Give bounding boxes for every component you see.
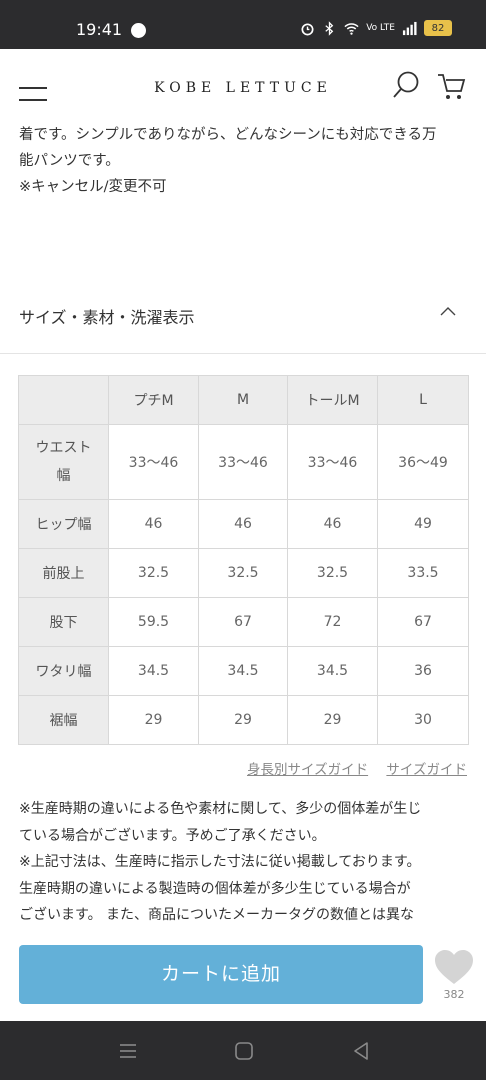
table-row: ワタリ幅 34.5 34.5 34.5 36 [18,646,469,696]
table-cell: 46 [108,499,199,549]
alarm-icon [301,22,314,35]
table-cell: 33〜46 [108,424,199,500]
table-cell: 46 [198,499,288,549]
add-to-cart-button[interactable]: カートに追加 [19,945,423,1004]
column-header: L [377,375,469,425]
table-cell: 34.5 [287,646,378,696]
table-cell: 30 [377,695,469,745]
table-cell: 33〜46 [198,424,288,500]
table-row: ヒップ幅 46 46 46 49 [18,499,469,549]
size-material-accordion[interactable]: サイズ・素材・洗濯表示 [0,290,486,354]
cart-icon[interactable] [437,72,467,102]
table-row: 前股上 32.5 32.5 32.5 33.5 [18,548,469,598]
table-cell: 46 [287,499,378,549]
size-table: プチM M トールM L ウエスト 幅 33〜46 33〜46 33〜46 36… [18,375,469,745]
volte-indicator: Vo LTE [366,23,395,33]
table-cell: 33〜46 [287,424,378,500]
accordion-title: サイズ・素材・洗濯表示 [19,308,195,327]
table-cell: 72 [287,597,378,647]
table-cell: 49 [377,499,469,549]
table-cell: 59.5 [108,597,199,647]
table-cell: 29 [287,695,378,745]
column-header: プチM [108,375,199,425]
row-header: 股下 [18,597,109,647]
table-cell: 67 [377,597,469,647]
table-cell: 32.5 [108,548,199,598]
system-navigation-bar [0,1021,486,1080]
table-header-row: プチM M トールM L [18,375,469,425]
row-header: 前股上 [18,548,109,598]
status-bar: 19:41 Vo LTE 82 [0,0,486,49]
wifi-icon [344,22,359,35]
note-line: 生産時期の違いによる製造時の個体差が多少生じている場合が [19,880,411,897]
column-header: トールM [287,375,378,425]
size-notes: ※生産時期の違いによる色や素材に関して、多少の個体差が生じ ている場合がございま… [19,796,479,934]
notification-dot-icon [131,23,146,38]
table-cell: 36〜49 [377,424,469,500]
table-cell: 29 [108,695,199,745]
row-header-line: 幅 [56,468,71,484]
height-size-guide-link[interactable]: 身長別サイズガイド [247,762,368,778]
favorite-count: 382 [443,988,465,1001]
table-cell: 33.5 [377,548,469,598]
note-line: ※生産時期の違いによる色や素材に関して、多少の個体差が生じ [19,801,422,817]
table-row: ウエスト 幅 33〜46 33〜46 33〜46 36〜49 [18,424,469,500]
size-guide-links: 身長別サイズガイド サイズガイド [233,758,467,778]
table-cell: 34.5 [198,646,288,696]
table-row: 裾幅 29 29 29 30 [18,695,469,745]
row-header: 裾幅 [18,695,109,745]
heart-icon[interactable] [433,948,475,986]
table-cell: 36 [377,646,469,696]
recent-apps-icon[interactable] [116,1039,140,1063]
row-header: ウエスト 幅 [18,424,109,500]
note-line: ている場合がございます。予めご了承ください。 [19,827,326,844]
description-line: 能パンツです。 [19,153,120,169]
description-line: 着です。シンプルでありながら、どんなシーンにも対応できる万 [19,127,437,143]
table-cell: 67 [198,597,288,647]
column-header: M [198,375,288,425]
description-line: ※キャンセル/変更不可 [19,179,167,195]
search-icon[interactable] [392,70,422,100]
status-time: 19:41 [76,20,123,39]
signal-icon [402,21,417,35]
table-cell: 34.5 [108,646,199,696]
note-line: ※上記寸法は、生産時に指示した寸法に従い掲載しております。 [19,854,421,870]
battery-icon: 82 [424,20,452,36]
back-icon[interactable] [349,1039,373,1063]
table-row: 股下 59.5 67 72 67 [18,597,469,647]
table-cell: 32.5 [287,548,378,598]
product-description: 着です。シンプルでありながら、どんなシーンにも対応できる万 能パンツです。 ※キ… [19,122,479,200]
chevron-up-icon[interactable] [439,304,457,318]
row-header: ワタリ幅 [18,646,109,696]
table-corner-cell [18,375,109,425]
bluetooth-icon [325,20,334,36]
row-header: ヒップ幅 [18,499,109,549]
table-cell: 32.5 [198,548,288,598]
table-cell: 29 [198,695,288,745]
row-header-line: ウエスト [35,440,92,456]
status-icons: Vo LTE 82 [300,20,452,36]
size-guide-link[interactable]: サイズガイド [386,762,467,778]
note-line: ございます。 また、商品についたメーカータグの数値とは異な [19,907,415,923]
home-icon[interactable] [232,1039,256,1063]
